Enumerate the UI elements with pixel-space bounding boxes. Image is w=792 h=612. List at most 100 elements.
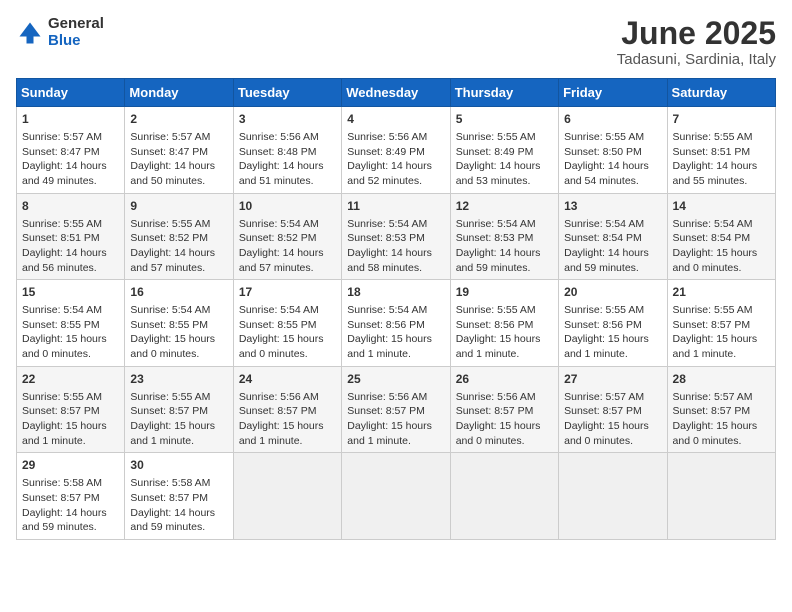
day-info-line: Sunset: 8:53 PM <box>347 231 444 246</box>
day-info-line: Daylight: 15 hours <box>347 419 444 434</box>
day-info-line: Sunset: 8:57 PM <box>22 491 119 506</box>
calendar-cell: 1Sunrise: 5:57 AMSunset: 8:47 PMDaylight… <box>17 107 125 194</box>
day-number: 10 <box>239 198 336 215</box>
day-info-line: Sunset: 8:52 PM <box>130 231 227 246</box>
logo-text: General Blue <box>48 16 104 49</box>
day-info-line: Sunrise: 5:55 AM <box>564 130 661 145</box>
day-info-line: Daylight: 15 hours <box>22 419 119 434</box>
day-info-line: Sunrise: 5:54 AM <box>239 217 336 232</box>
calendar-cell: 6Sunrise: 5:55 AMSunset: 8:50 PMDaylight… <box>559 107 667 194</box>
page-header: General Blue June 2025 Tadasuni, Sardini… <box>16 16 776 68</box>
day-info-line: Daylight: 15 hours <box>673 246 770 261</box>
day-info-line: and 59 minutes. <box>130 520 227 535</box>
logo: General Blue <box>16 16 104 49</box>
day-info-line: Sunrise: 5:55 AM <box>673 303 770 318</box>
day-info-line: and 0 minutes. <box>673 261 770 276</box>
day-info-line: Sunrise: 5:54 AM <box>22 303 119 318</box>
day-info-line: Sunset: 8:56 PM <box>347 318 444 333</box>
day-number: 24 <box>239 371 336 388</box>
day-info-line: and 59 minutes. <box>456 261 553 276</box>
day-info-line: Sunset: 8:57 PM <box>239 404 336 419</box>
day-info-line: Sunset: 8:54 PM <box>564 231 661 246</box>
title-area: June 2025 Tadasuni, Sardinia, Italy <box>617 16 776 68</box>
day-info-line: and 0 minutes. <box>456 434 553 449</box>
day-info-line: and 55 minutes. <box>673 174 770 189</box>
day-number: 5 <box>456 111 553 128</box>
weekday-header-sunday: Sunday <box>17 79 125 107</box>
day-number: 30 <box>130 457 227 474</box>
day-number: 15 <box>22 284 119 301</box>
month-title: June 2025 <box>617 16 776 51</box>
calendar-cell: 11Sunrise: 5:54 AMSunset: 8:53 PMDayligh… <box>342 193 450 280</box>
day-info-line: Sunrise: 5:55 AM <box>22 217 119 232</box>
day-number: 17 <box>239 284 336 301</box>
calendar-cell: 19Sunrise: 5:55 AMSunset: 8:56 PMDayligh… <box>450 280 558 367</box>
calendar-cell: 14Sunrise: 5:54 AMSunset: 8:54 PMDayligh… <box>667 193 775 280</box>
day-info-line: Daylight: 14 hours <box>564 246 661 261</box>
day-info-line: and 50 minutes. <box>130 174 227 189</box>
logo-icon <box>16 19 44 47</box>
week-row-3: 15Sunrise: 5:54 AMSunset: 8:55 PMDayligh… <box>17 280 776 367</box>
day-info-line: and 49 minutes. <box>22 174 119 189</box>
day-info-line: Daylight: 14 hours <box>130 506 227 521</box>
weekday-header-thursday: Thursday <box>450 79 558 107</box>
day-number: 9 <box>130 198 227 215</box>
calendar-cell: 8Sunrise: 5:55 AMSunset: 8:51 PMDaylight… <box>17 193 125 280</box>
day-info-line: Sunrise: 5:56 AM <box>239 390 336 405</box>
day-info-line: and 0 minutes. <box>22 347 119 362</box>
day-info-line: Sunrise: 5:57 AM <box>564 390 661 405</box>
calendar-cell: 5Sunrise: 5:55 AMSunset: 8:49 PMDaylight… <box>450 107 558 194</box>
day-info-line: Sunrise: 5:54 AM <box>130 303 227 318</box>
week-row-2: 8Sunrise: 5:55 AMSunset: 8:51 PMDaylight… <box>17 193 776 280</box>
calendar-cell: 16Sunrise: 5:54 AMSunset: 8:55 PMDayligh… <box>125 280 233 367</box>
logo-general-text: General <box>48 16 104 33</box>
weekday-header-friday: Friday <box>559 79 667 107</box>
day-info-line: and 1 minute. <box>22 434 119 449</box>
calendar-cell: 18Sunrise: 5:54 AMSunset: 8:56 PMDayligh… <box>342 280 450 367</box>
day-info-line: Sunrise: 5:56 AM <box>456 390 553 405</box>
day-info-line: Sunset: 8:55 PM <box>22 318 119 333</box>
day-info-line: Sunset: 8:50 PM <box>564 145 661 160</box>
day-info-line: Sunset: 8:57 PM <box>130 404 227 419</box>
day-info-line: Daylight: 15 hours <box>347 332 444 347</box>
day-info-line: Daylight: 14 hours <box>22 246 119 261</box>
day-info-line: Sunset: 8:54 PM <box>673 231 770 246</box>
day-info-line: Sunset: 8:56 PM <box>456 318 553 333</box>
calendar-cell: 12Sunrise: 5:54 AMSunset: 8:53 PMDayligh… <box>450 193 558 280</box>
day-number: 3 <box>239 111 336 128</box>
day-info-line: and 0 minutes. <box>564 434 661 449</box>
calendar-cell: 20Sunrise: 5:55 AMSunset: 8:56 PMDayligh… <box>559 280 667 367</box>
week-row-5: 29Sunrise: 5:58 AMSunset: 8:57 PMDayligh… <box>17 453 776 540</box>
day-info-line: Daylight: 14 hours <box>456 246 553 261</box>
day-info-line: Sunrise: 5:55 AM <box>130 390 227 405</box>
day-info-line: and 1 minute. <box>456 347 553 362</box>
day-info-line: Daylight: 14 hours <box>456 159 553 174</box>
weekday-header-tuesday: Tuesday <box>233 79 341 107</box>
day-info-line: and 51 minutes. <box>239 174 336 189</box>
day-info-line: and 1 minute. <box>564 347 661 362</box>
day-number: 21 <box>673 284 770 301</box>
day-number: 7 <box>673 111 770 128</box>
day-number: 16 <box>130 284 227 301</box>
calendar-cell <box>450 453 558 540</box>
day-info-line: Sunrise: 5:54 AM <box>673 217 770 232</box>
day-info-line: Daylight: 15 hours <box>239 332 336 347</box>
day-info-line: Daylight: 14 hours <box>239 246 336 261</box>
day-info-line: Daylight: 14 hours <box>22 506 119 521</box>
day-number: 4 <box>347 111 444 128</box>
day-info-line: Daylight: 14 hours <box>22 159 119 174</box>
day-info-line: Sunset: 8:57 PM <box>130 491 227 506</box>
day-info-line: and 56 minutes. <box>22 261 119 276</box>
day-info-line: Daylight: 15 hours <box>564 332 661 347</box>
day-info-line: Sunrise: 5:55 AM <box>456 303 553 318</box>
calendar-cell: 15Sunrise: 5:54 AMSunset: 8:55 PMDayligh… <box>17 280 125 367</box>
calendar-cell: 10Sunrise: 5:54 AMSunset: 8:52 PMDayligh… <box>233 193 341 280</box>
day-info-line: Sunset: 8:51 PM <box>673 145 770 160</box>
day-info-line: Sunrise: 5:55 AM <box>564 303 661 318</box>
calendar-cell: 2Sunrise: 5:57 AMSunset: 8:47 PMDaylight… <box>125 107 233 194</box>
calendar-table: SundayMondayTuesdayWednesdayThursdayFrid… <box>16 78 776 540</box>
day-info-line: Sunset: 8:57 PM <box>456 404 553 419</box>
day-info-line: Daylight: 15 hours <box>673 332 770 347</box>
calendar-cell: 26Sunrise: 5:56 AMSunset: 8:57 PMDayligh… <box>450 366 558 453</box>
day-info-line: Sunset: 8:56 PM <box>564 318 661 333</box>
